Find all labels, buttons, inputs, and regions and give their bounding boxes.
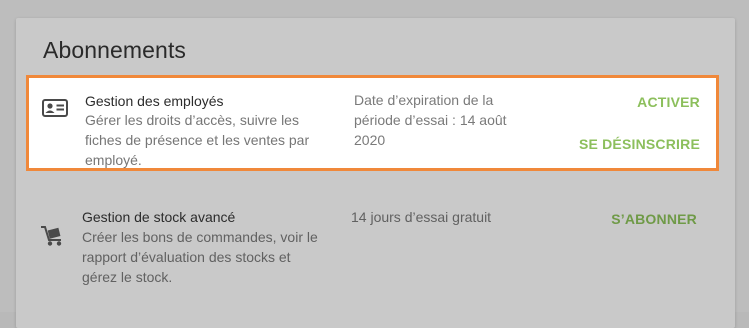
section-title: Abonnements: [43, 37, 187, 63]
subscription-name: Gestion des employés: [85, 93, 224, 109]
subscription-row-stock: Gestion de stock avancé Créer les bons d…: [26, 203, 713, 298]
hand-truck-icon: [39, 225, 65, 246]
unsubscribe-button[interactable]: SE DÉSINSCRIRE: [579, 136, 700, 152]
subscribe-button[interactable]: S’ABONNER: [611, 211, 697, 227]
id-card-icon: [42, 98, 68, 118]
subscription-status: Date d’expiration de la période d’essai …: [354, 92, 507, 148]
subscriptions-card: Abonnements Gestion des employés Gérer l…: [16, 18, 735, 328]
subscription-description: Créer les bons de commandes, voir le rap…: [82, 229, 318, 285]
subscription-row-employees: Gestion des employés Gérer les droits d’…: [26, 75, 719, 171]
subscription-name: Gestion de stock avancé: [82, 209, 236, 225]
subscription-status: 14 jours d’essai gratuit: [351, 209, 492, 225]
subscription-description: Gérer les droits d’accès, suivre les fic…: [85, 112, 310, 168]
activate-button[interactable]: ACTIVER: [637, 94, 700, 110]
